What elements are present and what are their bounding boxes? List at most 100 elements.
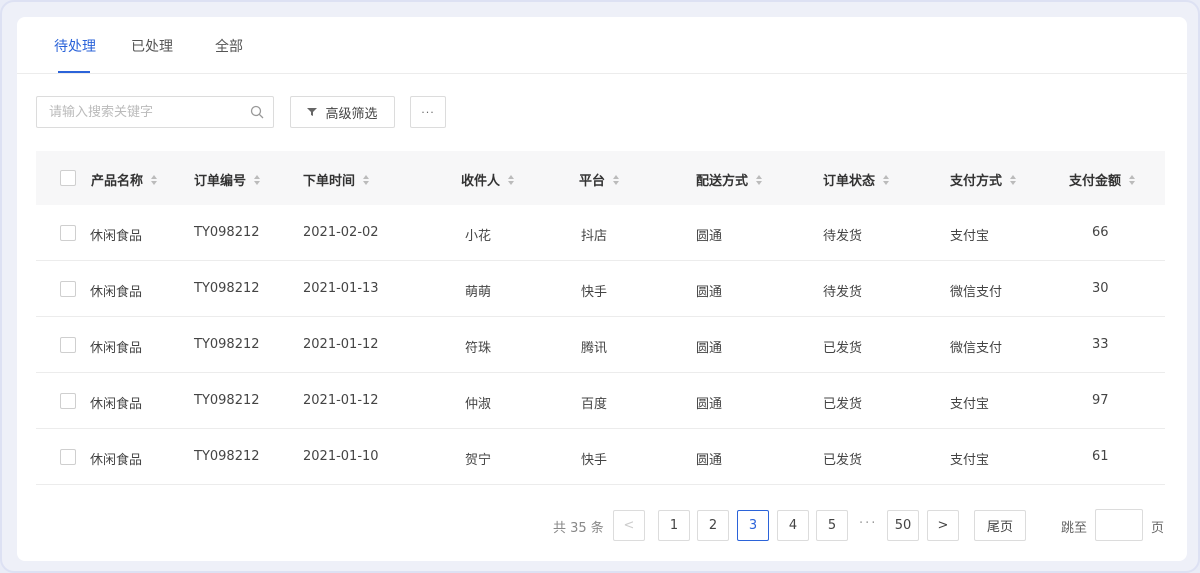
page-button-5[interactable]: 5 [816,510,848,541]
cell-order-time: 2021-01-12 [303,337,379,352]
sort-icon[interactable] [150,174,158,186]
filter-icon [307,108,318,116]
search-icon[interactable] [250,105,264,119]
cell-payment-method: 微信支付 [950,285,1003,300]
table-row[interactable]: 休闲食品 TY098212 2021-01-10 贺宁 快手 圆通 已发货 支付… [36,429,1165,485]
cell-amount: 30 [1092,281,1109,296]
page-button-3[interactable]: 3 [737,510,769,541]
cell-product: 休闲食品 [90,453,143,468]
sort-icon[interactable] [882,174,890,186]
cell-delivery: 圆通 [696,397,723,412]
cell-order-time: 2021-01-13 [303,281,379,296]
cell-amount: 33 [1092,337,1109,352]
page-button-1[interactable]: 1 [658,510,690,541]
column-header-amount[interactable]: 支付金额 [1069,170,1136,189]
sort-icon[interactable] [362,174,370,186]
cell-order-no: TY098212 [194,225,260,240]
cell-order-time: 2021-01-10 [303,449,379,464]
cell-platform: 腾讯 [581,341,608,356]
cell-status: 已发货 [823,341,863,356]
cell-recipient: 小花 [465,229,492,244]
column-header-order-no[interactable]: 订单编号 [194,170,261,189]
cell-status: 待发货 [823,285,863,300]
sort-icon[interactable] [1128,174,1136,186]
table-row[interactable]: 休闲食品 TY098212 2021-01-12 符珠 腾讯 圆通 已发货 微信… [36,317,1165,373]
next-page-button[interactable]: > [927,510,959,541]
cell-recipient: 萌萌 [465,285,492,300]
jump-to-label: 跳至 [1061,521,1088,536]
cell-order-no: TY098212 [194,337,260,352]
page-button-4[interactable]: 4 [777,510,809,541]
sort-icon[interactable] [253,174,261,186]
search-box [36,96,274,128]
cell-payment-method: 微信支付 [950,341,1003,356]
column-header-payment-method[interactable]: 支付方式 [950,170,1017,189]
table-row[interactable]: 休闲食品 TY098212 2021-01-13 萌萌 快手 圆通 待发货 微信… [36,261,1165,317]
page-button-50[interactable]: 50 [887,510,919,541]
cell-amount: 61 [1092,449,1109,464]
order-panel: 待处理 已处理 全部 高级筛选 ··· 产品名称 [17,17,1187,561]
cell-delivery: 圆通 [696,341,723,356]
cell-platform: 快手 [581,285,608,300]
cell-order-no: TY098212 [194,281,260,296]
column-header-order-time[interactable]: 下单时间 [303,170,370,189]
column-label: 下单时间 [303,174,356,189]
sort-icon[interactable] [612,174,620,186]
last-page-button[interactable]: 尾页 [974,510,1026,541]
tab-processed[interactable]: 已处理 [131,36,173,56]
active-tab-indicator [58,71,90,73]
column-label: 订单编号 [194,174,247,189]
jump-page-input[interactable] [1095,509,1143,541]
column-label: 平台 [579,174,606,189]
cell-amount: 97 [1092,393,1109,408]
row-checkbox[interactable] [60,449,76,465]
cell-platform: 百度 [581,397,608,412]
sort-icon[interactable] [755,174,763,186]
prev-page-button[interactable]: < [613,510,645,541]
cell-status: 已发货 [823,397,863,412]
cell-delivery: 圆通 [696,453,723,468]
cell-order-time: 2021-01-12 [303,393,379,408]
cell-status: 已发货 [823,453,863,468]
cell-amount: 66 [1092,225,1109,240]
cell-payment-method: 支付宝 [950,453,990,468]
cell-recipient: 符珠 [465,341,492,356]
tab-pending[interactable]: 待处理 [54,36,96,56]
jump-page-suffix: 页 [1151,521,1165,536]
column-header-status[interactable]: 订单状态 [823,170,890,189]
table-row[interactable]: 休闲食品 TY098212 2021-02-02 小花 抖店 圆通 待发货 支付… [36,205,1165,261]
table-header: 产品名称 订单编号 下单时间 收件人 平台 配送方式 订单状态 支付方式 支付金… [36,151,1165,205]
sort-icon[interactable] [507,174,515,186]
column-header-platform[interactable]: 平台 [579,170,620,189]
row-checkbox[interactable] [60,337,76,353]
more-options-button[interactable]: ··· [410,96,446,128]
page-button-2[interactable]: 2 [697,510,729,541]
column-label: 收件人 [461,174,501,189]
row-checkbox[interactable] [60,393,76,409]
column-header-product[interactable]: 产品名称 [91,170,158,189]
column-header-recipient[interactable]: 收件人 [461,170,515,189]
outer-frame: 待处理 已处理 全部 高级筛选 ··· 产品名称 [0,0,1200,573]
advanced-filter-button[interactable]: 高级筛选 [290,96,395,128]
page-ellipsis: ··· [859,516,878,531]
search-input[interactable] [37,97,242,127]
cell-platform: 快手 [581,453,608,468]
cell-product: 休闲食品 [90,285,143,300]
cell-product: 休闲食品 [90,397,143,412]
cell-payment-method: 支付宝 [950,397,990,412]
column-label: 订单状态 [823,174,876,189]
column-label: 支付金额 [1069,174,1122,189]
column-label: 配送方式 [696,174,749,189]
row-checkbox[interactable] [60,281,76,297]
column-header-delivery[interactable]: 配送方式 [696,170,763,189]
table-row[interactable]: 休闲食品 TY098212 2021-01-12 仲淑 百度 圆通 已发货 支付… [36,373,1165,429]
tab-all[interactable]: 全部 [215,36,243,56]
row-checkbox[interactable] [60,225,76,241]
select-all-checkbox[interactable] [60,170,76,186]
advanced-filter-label: 高级筛选 [325,106,378,122]
cell-order-no: TY098212 [194,393,260,408]
cell-delivery: 圆通 [696,285,723,300]
sort-icon[interactable] [1009,174,1017,186]
cell-recipient: 贺宁 [465,453,492,468]
cell-order-no: TY098212 [194,449,260,464]
